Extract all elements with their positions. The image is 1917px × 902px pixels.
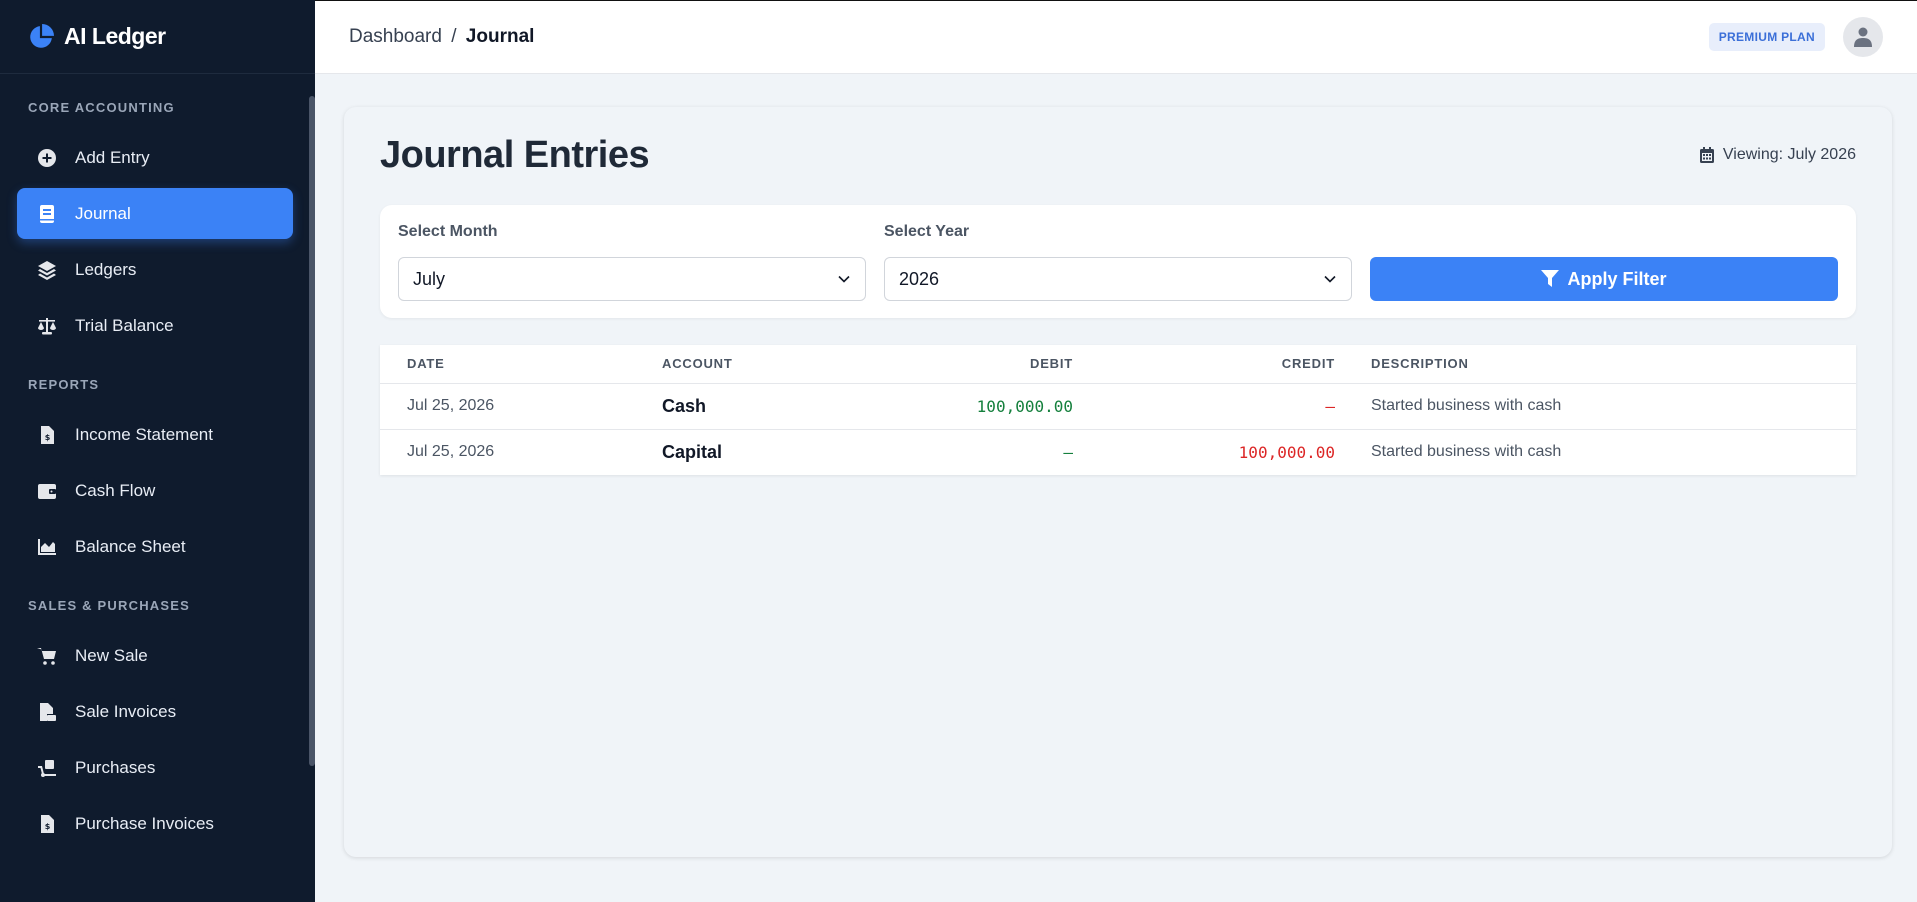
- apply-filter-label: Apply Filter: [1567, 268, 1667, 289]
- main-area: Dashboard / Journal PREMIUM PLAN Journal…: [315, 0, 1917, 902]
- header-description[interactable]: DESCRIPTION: [1335, 345, 1856, 384]
- layers-icon: [36, 259, 58, 281]
- page-header: Journal Entries Viewing: July 2026: [380, 117, 1856, 193]
- filter-icon: [1541, 270, 1560, 287]
- user-icon: [1854, 27, 1872, 47]
- cell-debit: –: [1063, 442, 1073, 462]
- pie-chart-logo-icon: [30, 23, 54, 48]
- breadcrumb: Dashboard / Journal: [349, 26, 534, 48]
- file-invoice-icon: [36, 701, 58, 723]
- sidebar-item-add-entry[interactable]: Add Entry: [17, 132, 293, 183]
- year-filter: Select Year 2026: [884, 223, 1352, 318]
- sidebar-item-purchase-invoices[interactable]: $ Purchase Invoices: [17, 798, 293, 849]
- invoice-dollar-icon: $: [36, 424, 58, 446]
- filter-panel: Select Month July Select Year 2026 Apply…: [380, 205, 1856, 318]
- scale-icon: [36, 315, 58, 337]
- cell-date: Jul 25, 2026: [407, 443, 495, 461]
- table-row[interactable]: Jul 25, 2026 Capital – 100,000.00 Starte…: [380, 429, 1856, 475]
- cell-description: Started business with cash: [1371, 443, 1562, 461]
- section-title-reports: REPORTS: [28, 377, 100, 392]
- invoice-dollar-icon: $: [36, 813, 58, 835]
- sidebar-item-balance-sheet[interactable]: Balance Sheet: [17, 521, 293, 572]
- month-select[interactable]: July: [398, 257, 866, 301]
- sidebar-item-journal[interactable]: Journal: [17, 188, 293, 239]
- sidebar-item-label: Cash Flow: [75, 480, 156, 500]
- chevron-down-icon: [1324, 275, 1336, 283]
- cart-icon: [36, 645, 58, 667]
- cell-account: Capital: [662, 441, 723, 462]
- header-account[interactable]: ACCOUNT: [635, 345, 835, 384]
- cell-debit: 100,000.00: [835, 383, 1073, 430]
- header-date[interactable]: DATE: [380, 345, 635, 384]
- sidebar-item-ledgers[interactable]: Ledgers: [17, 244, 293, 295]
- sidebar-item-label: Purchase Invoices: [75, 813, 214, 833]
- month-select-value: July: [413, 268, 446, 289]
- svg-text:$: $: [45, 433, 51, 442]
- year-select-value: 2026: [899, 268, 940, 289]
- calendar-icon: [1699, 147, 1714, 163]
- journal-table: DATE ACCOUNT DEBIT CREDIT DESCRIPTION Ju…: [380, 345, 1856, 475]
- year-label: Select Year: [884, 223, 970, 240]
- sidebar-item-new-sale[interactable]: New Sale: [17, 630, 293, 681]
- avatar[interactable]: [1843, 17, 1883, 57]
- sidebar-item-label: Journal: [75, 203, 131, 223]
- sidebar-item-purchases[interactable]: Purchases: [17, 742, 293, 793]
- sidebar-item-label: Sale Invoices: [75, 701, 177, 721]
- chevron-down-icon: [838, 275, 850, 283]
- cell-account: Cash: [635, 383, 835, 430]
- viewing-text: Viewing: July 2026: [1722, 146, 1856, 163]
- viewing-indicator: Viewing: July 2026: [1699, 146, 1856, 164]
- apply-filter-button[interactable]: Apply Filter: [1370, 257, 1838, 301]
- breadcrumb-current: Journal: [465, 26, 535, 47]
- header-debit[interactable]: DEBIT: [835, 345, 1073, 384]
- month-filter: Select Month July: [398, 223, 866, 318]
- brand[interactable]: AI Ledger: [0, 0, 315, 74]
- sidebar-item-sale-invoices[interactable]: Sale Invoices: [17, 686, 293, 737]
- sidebar-item-income-statement[interactable]: $ Income Statement: [17, 409, 293, 460]
- page-title: Journal Entries: [380, 133, 650, 176]
- brand-name: AI Ledger: [64, 23, 166, 49]
- plus-circle-icon: [36, 147, 58, 169]
- sidebar-item-trial-balance[interactable]: Trial Balance: [17, 300, 293, 351]
- plan-badge: PREMIUM PLAN: [1708, 23, 1825, 51]
- sidebar-nav: CORE ACCOUNTING Add Entry Journal Ledger…: [0, 74, 315, 849]
- sidebar-item-label: Purchases: [75, 757, 156, 777]
- year-select[interactable]: 2026: [884, 257, 1352, 301]
- header-credit[interactable]: CREDIT: [1073, 345, 1335, 384]
- content-card: Journal Entries Viewing: July 2026 Selec…: [344, 107, 1892, 857]
- table-header-row: DATE ACCOUNT DEBIT CREDIT DESCRIPTION: [380, 345, 1856, 384]
- sidebar-item-label: Balance Sheet: [75, 536, 186, 556]
- sidebar: AI Ledger CORE ACCOUNTING Add Entry Jour…: [0, 0, 315, 902]
- breadcrumb-root[interactable]: Dashboard: [349, 26, 442, 47]
- chart-area-icon: [36, 536, 58, 558]
- sidebar-item-label: Add Entry: [75, 147, 150, 167]
- svg-text:$: $: [45, 822, 51, 831]
- book-icon: [36, 203, 58, 225]
- sidebar-item-cash-flow[interactable]: Cash Flow: [17, 465, 293, 516]
- sidebar-item-label: Ledgers: [75, 259, 137, 279]
- sidebar-item-label: Income Statement: [75, 424, 213, 444]
- dolly-icon: [36, 757, 58, 779]
- wallet-icon: [36, 480, 58, 502]
- topbar: Dashboard / Journal PREMIUM PLAN: [315, 0, 1917, 74]
- section-title-sales-purchases: SALES & PURCHASES: [28, 598, 190, 613]
- app-root: AI Ledger CORE ACCOUNTING Add Entry Jour…: [0, 0, 1917, 902]
- table-row[interactable]: Jul 25, 2026 Cash 100,000.00 – Started b…: [380, 383, 1856, 430]
- cell-credit: –: [1073, 383, 1335, 430]
- month-label: Select Month: [398, 223, 498, 240]
- section-title-core-accounting: CORE ACCOUNTING: [28, 100, 175, 115]
- sidebar-item-label: Trial Balance: [75, 315, 174, 335]
- topbar-right: PREMIUM PLAN: [1708, 17, 1883, 57]
- sidebar-item-label: New Sale: [75, 645, 148, 665]
- cell-credit: 100,000.00: [1238, 442, 1335, 462]
- cell-description: Started business with cash: [1335, 383, 1856, 430]
- cell-date: Jul 25, 2026: [380, 383, 635, 430]
- breadcrumb-separator: /: [451, 26, 457, 47]
